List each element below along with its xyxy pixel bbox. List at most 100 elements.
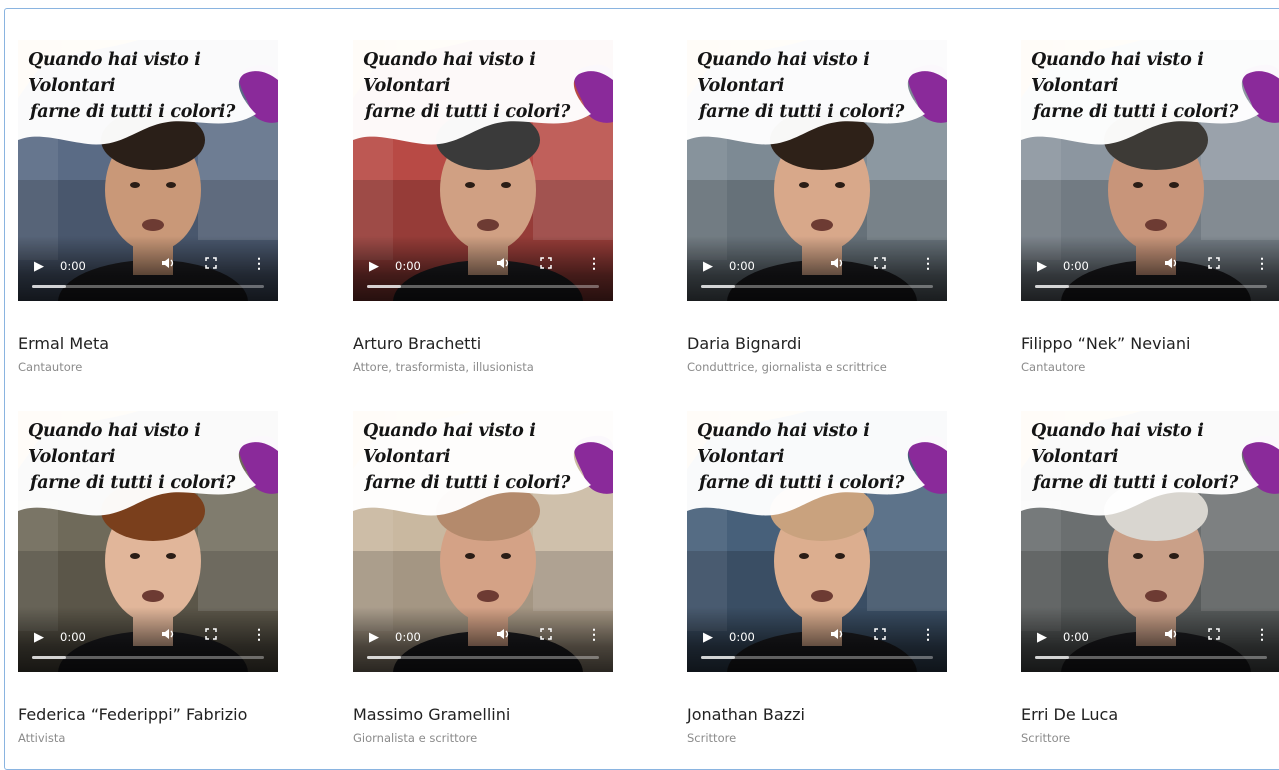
headline-line-1: Quando hai visto i Volontari xyxy=(697,421,870,467)
play-icon[interactable]: ▶ xyxy=(34,258,44,274)
person-name: Jonathan Bazzi xyxy=(687,705,805,724)
fullscreen-icon[interactable] xyxy=(874,257,886,272)
volume-icon[interactable] xyxy=(161,627,175,644)
person-name: Ermal Meta xyxy=(18,334,110,353)
player-controls: ▶ 0:00 ⋮ xyxy=(18,607,278,672)
video-player[interactable]: Quando hai visto i Volontari farne di tu… xyxy=(353,411,613,672)
person-name: Filippo “Nek” Neviani xyxy=(1021,334,1191,353)
more-options-icon[interactable]: ⋮ xyxy=(921,255,935,272)
more-options-icon[interactable]: ⋮ xyxy=(921,626,935,643)
progress-buffer xyxy=(367,656,401,659)
current-time: 0:00 xyxy=(60,630,86,644)
progress-bar[interactable] xyxy=(32,285,264,288)
current-time: 0:00 xyxy=(60,259,86,273)
player-controls: ▶ 0:00 ⋮ xyxy=(1021,236,1279,301)
video-player[interactable]: Quando hai visto i Volontari farne di tu… xyxy=(18,40,278,301)
overlay-headline: Quando hai visto i Volontari farne di tu… xyxy=(28,47,278,125)
progress-bar[interactable] xyxy=(701,656,933,659)
fullscreen-icon[interactable] xyxy=(205,257,217,272)
headline-line-1: Quando hai visto i Volontari xyxy=(28,50,201,96)
current-time: 0:00 xyxy=(395,630,421,644)
video-player[interactable]: Quando hai visto i Volontari farne di tu… xyxy=(687,411,947,672)
volume-icon[interactable] xyxy=(830,627,844,644)
play-icon[interactable]: ▶ xyxy=(1037,258,1047,274)
play-icon[interactable]: ▶ xyxy=(703,629,713,645)
headline-line-1: Quando hai visto i Volontari xyxy=(697,50,870,96)
volume-icon[interactable] xyxy=(1164,627,1178,644)
overlay-headline: Quando hai visto i Volontari farne di tu… xyxy=(363,47,613,125)
person-name: Erri De Luca xyxy=(1021,705,1119,724)
play-icon[interactable]: ▶ xyxy=(1037,629,1047,645)
overlay-headline: Quando hai visto i Volontari farne di tu… xyxy=(1031,418,1279,496)
fullscreen-icon[interactable] xyxy=(540,257,552,272)
headline-line-2: farne di tutti i colori? xyxy=(30,473,236,493)
fullscreen-icon[interactable] xyxy=(1208,628,1220,643)
progress-buffer xyxy=(32,656,66,659)
progress-buffer xyxy=(1035,656,1069,659)
headline-line-2: farne di tutti i colori? xyxy=(1033,473,1239,493)
video-player[interactable]: Quando hai visto i Volontari farne di tu… xyxy=(687,40,947,301)
headline-line-1: Quando hai visto i Volontari xyxy=(363,421,536,467)
person-role: Conduttrice, giornalista e scrittrice xyxy=(687,360,887,374)
video-player[interactable]: Quando hai visto i Volontari farne di tu… xyxy=(1021,411,1279,672)
volume-icon[interactable] xyxy=(1164,256,1178,273)
play-icon[interactable]: ▶ xyxy=(369,629,379,645)
video-player[interactable]: Quando hai visto i Volontari farne di tu… xyxy=(1021,40,1279,301)
progress-buffer xyxy=(32,285,66,288)
current-time: 0:00 xyxy=(729,259,755,273)
fullscreen-icon[interactable] xyxy=(874,628,886,643)
progress-buffer xyxy=(1035,285,1069,288)
current-time: 0:00 xyxy=(395,259,421,273)
progress-bar[interactable] xyxy=(367,656,599,659)
volume-icon[interactable] xyxy=(161,256,175,273)
volume-icon[interactable] xyxy=(830,256,844,273)
headline-line-2: farne di tutti i colori? xyxy=(365,102,571,122)
progress-buffer xyxy=(701,656,735,659)
progress-bar[interactable] xyxy=(1035,285,1267,288)
headline-line-1: Quando hai visto i Volontari xyxy=(1031,421,1204,467)
player-controls: ▶ 0:00 ⋮ xyxy=(1021,607,1279,672)
more-options-icon[interactable]: ⋮ xyxy=(252,626,266,643)
progress-bar[interactable] xyxy=(1035,656,1267,659)
fullscreen-icon[interactable] xyxy=(205,628,217,643)
more-options-icon[interactable]: ⋮ xyxy=(587,255,601,272)
progress-buffer xyxy=(701,285,735,288)
fullscreen-icon[interactable] xyxy=(540,628,552,643)
headline-line-1: Quando hai visto i Volontari xyxy=(363,50,536,96)
person-role: Attivista xyxy=(18,731,66,745)
play-icon[interactable]: ▶ xyxy=(369,258,379,274)
current-time: 0:00 xyxy=(729,630,755,644)
more-options-icon[interactable]: ⋮ xyxy=(1255,626,1269,643)
progress-bar[interactable] xyxy=(32,656,264,659)
person-role: Attore, trasformista, illusionista xyxy=(353,360,534,374)
progress-bar[interactable] xyxy=(367,285,599,288)
player-controls: ▶ 0:00 ⋮ xyxy=(687,607,947,672)
more-options-icon[interactable]: ⋮ xyxy=(587,626,601,643)
person-name: Massimo Gramellini xyxy=(353,705,511,724)
video-player[interactable]: Quando hai visto i Volontari farne di tu… xyxy=(18,411,278,672)
video-player[interactable]: Quando hai visto i Volontari farne di tu… xyxy=(353,40,613,301)
headline-line-2: farne di tutti i colori? xyxy=(699,473,905,493)
overlay-headline: Quando hai visto i Volontari farne di tu… xyxy=(28,418,278,496)
overlay-headline: Quando hai visto i Volontari farne di tu… xyxy=(1031,47,1279,125)
player-controls: ▶ 0:00 ⋮ xyxy=(687,236,947,301)
play-icon[interactable]: ▶ xyxy=(34,629,44,645)
more-options-icon[interactable]: ⋮ xyxy=(252,255,266,272)
headline-line-2: farne di tutti i colori? xyxy=(1033,102,1239,122)
play-icon[interactable]: ▶ xyxy=(703,258,713,274)
volume-icon[interactable] xyxy=(496,627,510,644)
more-options-icon[interactable]: ⋮ xyxy=(1255,255,1269,272)
person-name: Federica “Federippi” Fabrizio xyxy=(18,705,248,724)
volume-icon[interactable] xyxy=(496,256,510,273)
headline-line-1: Quando hai visto i Volontari xyxy=(1031,50,1204,96)
overlay-headline: Quando hai visto i Volontari farne di tu… xyxy=(697,418,947,496)
person-role: Cantautore xyxy=(18,360,83,374)
overlay-headline: Quando hai visto i Volontari farne di tu… xyxy=(697,47,947,125)
headline-line-1: Quando hai visto i Volontari xyxy=(28,421,201,467)
current-time: 0:00 xyxy=(1063,630,1089,644)
current-time: 0:00 xyxy=(1063,259,1089,273)
fullscreen-icon[interactable] xyxy=(1208,257,1220,272)
person-name: Arturo Brachetti xyxy=(353,334,482,353)
progress-bar[interactable] xyxy=(701,285,933,288)
player-controls: ▶ 0:00 ⋮ xyxy=(353,236,613,301)
